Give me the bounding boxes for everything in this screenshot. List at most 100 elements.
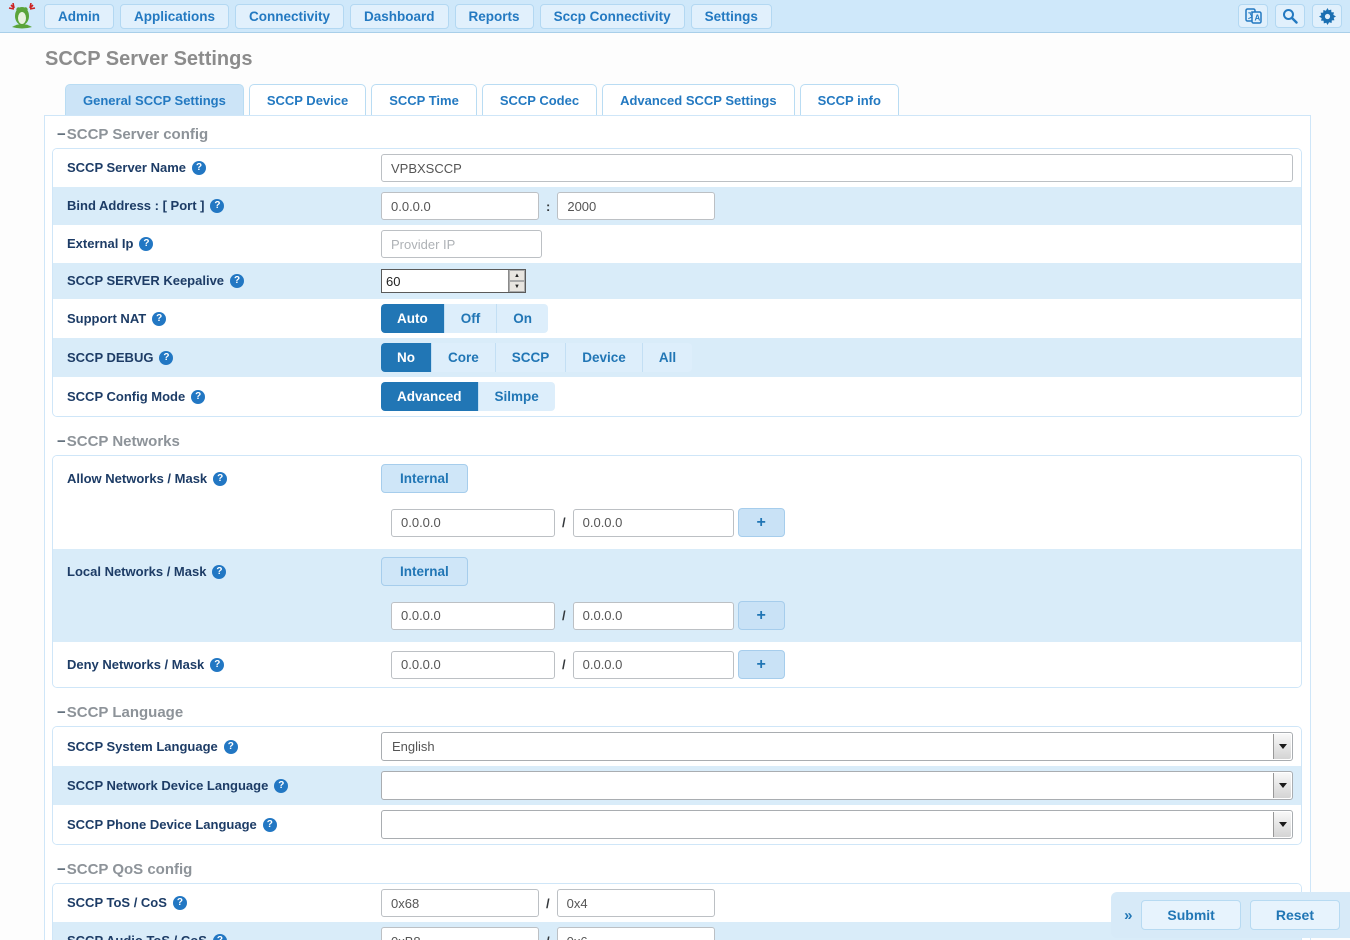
- bind-port-input[interactable]: [557, 192, 715, 220]
- support-nat-auto[interactable]: Auto: [381, 304, 445, 333]
- help-icon[interactable]: ?: [213, 472, 227, 486]
- external-ip-label: External Ip: [67, 236, 133, 252]
- allow-add-button[interactable]: +: [738, 508, 785, 537]
- help-icon[interactable]: ?: [159, 351, 173, 365]
- local-network-input[interactable]: [391, 602, 555, 630]
- nav-applications[interactable]: Applications: [120, 4, 229, 29]
- help-icon[interactable]: ?: [212, 565, 226, 579]
- sccp-debug-label: SCCP DEBUG: [67, 350, 153, 366]
- search-icon: [1282, 8, 1298, 24]
- language-button[interactable]: 文 A: [1238, 4, 1268, 28]
- tab-general-sccp-settings[interactable]: General SCCP Settings: [65, 84, 244, 115]
- bind-ip-input[interactable]: [381, 192, 539, 220]
- local-mask-input[interactable]: [573, 602, 734, 630]
- deny-mask-input[interactable]: [573, 651, 734, 679]
- help-icon[interactable]: ?: [192, 161, 206, 175]
- local-networks-label: Local Networks / Mask: [67, 564, 206, 580]
- help-icon[interactable]: ?: [224, 740, 238, 754]
- row-network-device-language: SCCP Network Device Language ?: [53, 766, 1301, 805]
- network-device-language-select[interactable]: [381, 771, 1293, 800]
- section-title: SCCP Networks: [67, 433, 180, 450]
- config-mode-simple[interactable]: Silmpe: [479, 382, 555, 411]
- allow-mask-input[interactable]: [573, 509, 734, 537]
- section-server-config: SCCP Server Name ? Bind Address : [ Port…: [52, 148, 1302, 417]
- sccp-cos-input[interactable]: [557, 889, 715, 917]
- help-icon[interactable]: ?: [139, 237, 153, 251]
- deny-network-input[interactable]: [391, 651, 555, 679]
- collapse-icon[interactable]: −: [57, 433, 66, 450]
- tab-sccp-info[interactable]: SCCP info: [800, 84, 899, 115]
- section-header-qos: − SCCP QoS config: [45, 855, 1310, 883]
- section-networks: Allow Networks / Mask ? Internal / + Loc…: [52, 455, 1302, 688]
- row-bind-address: Bind Address : [ Port ] ? :: [53, 187, 1301, 225]
- external-ip-input[interactable]: [381, 230, 542, 258]
- collapse-icon[interactable]: −: [57, 861, 66, 878]
- allow-internal-button[interactable]: Internal: [381, 464, 468, 493]
- tab-sccp-device[interactable]: SCCP Device: [249, 84, 366, 115]
- section-title: SCCP QoS config: [67, 861, 193, 878]
- search-button[interactable]: [1275, 4, 1305, 28]
- nav-admin[interactable]: Admin: [44, 4, 114, 29]
- help-icon[interactable]: ?: [210, 199, 224, 213]
- help-icon[interactable]: ?: [213, 934, 227, 940]
- system-language-select[interactable]: English: [381, 732, 1293, 761]
- help-icon[interactable]: ?: [191, 390, 205, 404]
- tos-cos-separator: /: [546, 896, 550, 911]
- debug-core[interactable]: Core: [432, 343, 496, 372]
- settings-button[interactable]: [1312, 4, 1342, 28]
- debug-all[interactable]: All: [643, 343, 692, 372]
- submit-button[interactable]: Submit: [1141, 900, 1240, 930]
- frog-logo[interactable]: [6, 1, 38, 31]
- help-icon[interactable]: ?: [274, 779, 288, 793]
- allow-network-input[interactable]: [391, 509, 555, 537]
- tab-advanced-sccp-settings[interactable]: Advanced SCCP Settings: [602, 84, 795, 115]
- config-mode-advanced[interactable]: Advanced: [381, 382, 479, 411]
- collapse-icon[interactable]: −: [57, 704, 66, 721]
- nav-connectivity[interactable]: Connectivity: [235, 4, 344, 29]
- debug-device[interactable]: Device: [566, 343, 643, 372]
- help-icon[interactable]: ?: [173, 896, 187, 910]
- help-icon[interactable]: ?: [152, 312, 166, 326]
- keepalive-label: SCCP SERVER Keepalive: [67, 273, 224, 289]
- audio-cos-input[interactable]: [557, 927, 715, 940]
- keepalive-input[interactable]: [382, 270, 508, 292]
- support-nat-on[interactable]: On: [497, 304, 548, 333]
- debug-sccp[interactable]: SCCP: [496, 343, 567, 372]
- stepper-down-icon[interactable]: ▼: [509, 281, 525, 292]
- tab-sccp-codec[interactable]: SCCP Codec: [482, 84, 597, 115]
- debug-no[interactable]: No: [381, 343, 432, 372]
- local-internal-button[interactable]: Internal: [381, 557, 468, 586]
- deny-add-button[interactable]: +: [738, 650, 785, 679]
- bind-port-separator: :: [546, 199, 550, 214]
- nav-dashboard[interactable]: Dashboard: [350, 4, 449, 29]
- local-add-button[interactable]: +: [738, 601, 785, 630]
- page-title: SCCP Server Settings: [45, 48, 1350, 71]
- sccp-tos-input[interactable]: [381, 889, 539, 917]
- allow-networks-label: Allow Networks / Mask: [67, 471, 207, 487]
- support-nat-off[interactable]: Off: [445, 304, 498, 333]
- support-nat-label: Support NAT: [67, 311, 146, 327]
- sccp-debug-group: No Core SCCP Device All: [381, 343, 692, 372]
- section-header-language: − SCCP Language: [45, 698, 1310, 726]
- reset-button[interactable]: Reset: [1250, 900, 1340, 930]
- collapse-chevron-icon[interactable]: »: [1124, 907, 1132, 924]
- help-icon[interactable]: ?: [263, 818, 277, 832]
- nav-sccp-connectivity[interactable]: Sccp Connectivity: [540, 4, 685, 29]
- action-bar: » Submit Reset: [1111, 892, 1350, 938]
- phone-device-language-select[interactable]: [381, 810, 1293, 839]
- row-sccp-debug: SCCP DEBUG ? No Core SCCP Device All: [53, 338, 1301, 377]
- server-name-input[interactable]: [381, 154, 1293, 182]
- row-external-ip: External Ip ?: [53, 225, 1301, 263]
- help-icon[interactable]: ?: [210, 658, 224, 672]
- nav-reports[interactable]: Reports: [455, 4, 534, 29]
- stepper-up-icon[interactable]: ▲: [509, 270, 525, 281]
- collapse-icon[interactable]: −: [57, 126, 66, 143]
- audio-tos-input[interactable]: [381, 927, 539, 940]
- help-icon[interactable]: ?: [230, 274, 244, 288]
- tab-sccp-time[interactable]: SCCP Time: [371, 84, 477, 115]
- deny-networks-label: Deny Networks / Mask: [67, 657, 204, 673]
- phone-device-language-label: SCCP Phone Device Language: [67, 817, 257, 833]
- nav-settings[interactable]: Settings: [691, 4, 772, 29]
- row-deny-networks: Deny Networks / Mask ? / +: [53, 642, 1301, 687]
- tos-cos-separator: /: [546, 934, 550, 940]
